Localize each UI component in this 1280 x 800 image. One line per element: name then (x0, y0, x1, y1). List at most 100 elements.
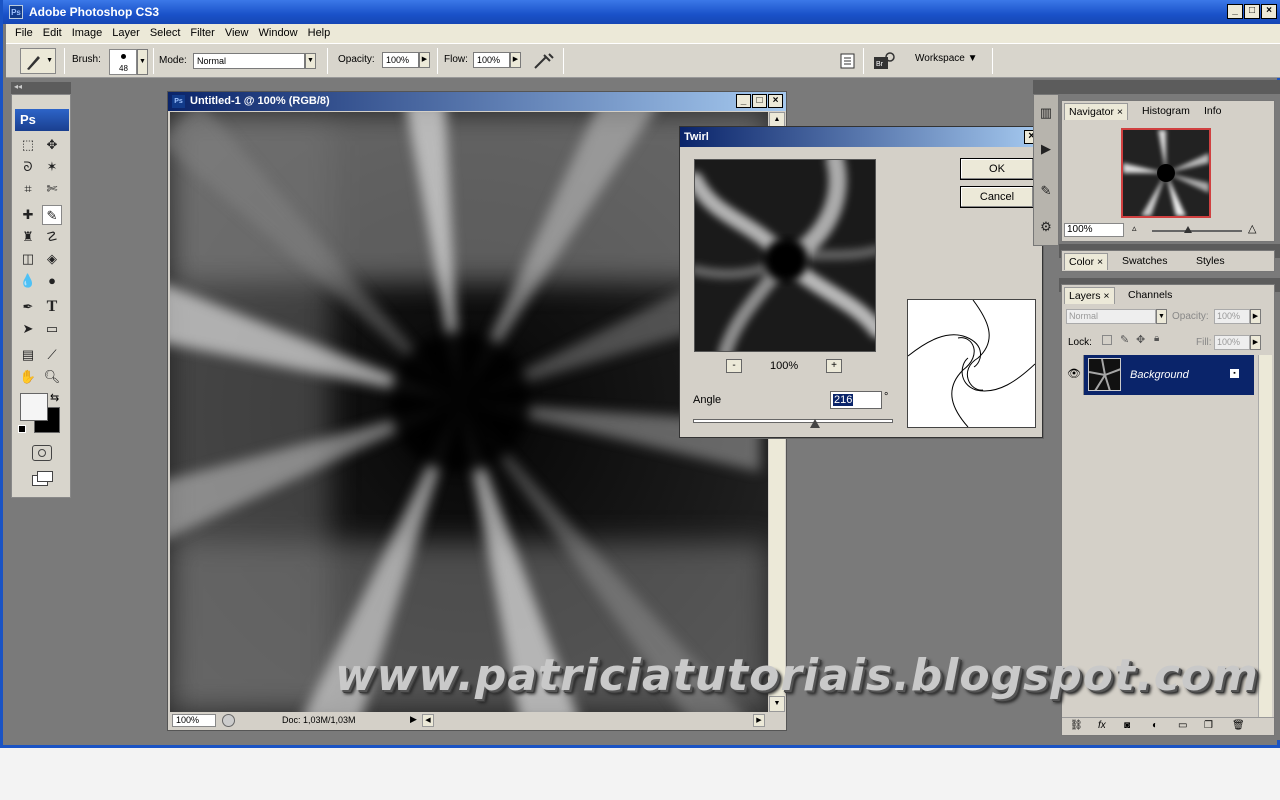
delete-layer-icon[interactable]: 🗑︎ (1232, 720, 1245, 731)
dialog-titlebar[interactable]: Twirl × (680, 127, 1042, 147)
navigator-zoom-slider[interactable] (1152, 230, 1242, 232)
blend-mode-select[interactable]: Normal (1066, 309, 1156, 324)
menu-layer[interactable]: Layer (107, 24, 145, 43)
cancel-button[interactable]: Cancel (960, 186, 1034, 208)
brushes-panel-icon[interactable]: ✎ (1036, 181, 1056, 201)
clone-stamp-tool-icon[interactable]: ♜ (18, 227, 38, 247)
version-cue-icon[interactable] (222, 714, 235, 727)
actions-panel-icon[interactable]: ▶ (1036, 139, 1056, 159)
ok-button[interactable]: OK (960, 158, 1034, 180)
eraser-tool-icon[interactable]: ◫ (18, 249, 38, 269)
zoom-in-button[interactable]: + (826, 359, 842, 373)
adjustment-layer-icon[interactable]: ◐ (1152, 720, 1158, 731)
magic-wand-tool-icon[interactable]: ✶ (42, 157, 62, 177)
zoom-tool-icon[interactable]: 🔍︎ (42, 367, 62, 387)
dock-strip-grip[interactable] (1033, 80, 1059, 94)
notes-tool-icon[interactable]: ▤ (18, 345, 38, 365)
screen-mode-icon[interactable] (32, 471, 54, 487)
opacity-input[interactable]: 100% (382, 52, 419, 68)
lock-transparency-icon[interactable] (1102, 335, 1112, 345)
zoom-out-button[interactable]: - (726, 359, 742, 373)
tab-histogram[interactable]: Histogram (1138, 103, 1194, 119)
tab-layers[interactable]: Layers × (1064, 287, 1115, 304)
link-layers-icon[interactable]: ⛓ (1070, 720, 1083, 731)
shape-tool-icon[interactable]: ▭ (42, 319, 62, 339)
tab-styles[interactable]: Styles (1192, 253, 1229, 269)
brush-dropdown-icon[interactable]: ▼ (137, 49, 148, 75)
opacity-slider-arrow-icon[interactable]: ▶ (419, 52, 430, 68)
tool-presets-panel-icon[interactable]: ⚙ (1036, 217, 1056, 237)
layer-style-icon[interactable]: fx (1098, 720, 1106, 731)
layers-scrollbar[interactable] (1258, 355, 1272, 725)
workspace-menu[interactable]: Workspace ▼ (915, 53, 978, 64)
menu-image[interactable]: Image (67, 24, 108, 43)
zoom-in-icon[interactable]: △ (1248, 222, 1256, 235)
toolbox-grip[interactable]: ◂◂ (11, 82, 71, 94)
eyedropper-tool-icon[interactable]: ⟋ (42, 345, 62, 365)
angle-slider-track[interactable] (693, 419, 893, 423)
angle-slider-thumb[interactable] (809, 419, 820, 428)
bridge-icon[interactable]: Br (872, 51, 896, 71)
flow-slider-arrow-icon[interactable]: ▶ (510, 52, 521, 68)
path-selection-tool-icon[interactable]: ➤ (18, 319, 38, 339)
angle-input[interactable]: 216 (830, 391, 882, 409)
doc-maximize-button[interactable]: □ (752, 94, 767, 108)
doc-minimize-button[interactable]: _ (736, 94, 751, 108)
flow-input[interactable]: 100% (473, 52, 510, 68)
zoom-level-field[interactable]: 100% (172, 714, 216, 727)
menu-filter[interactable]: Filter (185, 24, 219, 43)
layer-opacity-input[interactable]: 100% (1214, 309, 1250, 324)
status-menu-arrow-icon[interactable]: ▶ (410, 714, 417, 725)
filter-preview[interactable] (694, 159, 876, 352)
layer-opacity-arrow-icon[interactable]: ▶ (1250, 309, 1261, 324)
panel-dock-grip[interactable] (1059, 80, 1280, 94)
menu-window[interactable]: Window (254, 24, 303, 43)
mode-select[interactable]: Normal (193, 53, 305, 69)
lock-all-icon[interactable]: 🔒︎ (1154, 333, 1159, 344)
new-group-icon[interactable]: ▭ (1178, 720, 1187, 731)
zoom-out-icon[interactable]: ▵ (1132, 223, 1137, 234)
move-tool-icon[interactable]: ✥ (42, 135, 62, 155)
menu-file[interactable]: File (10, 24, 38, 43)
tool-preset-picker[interactable]: ▼ (20, 48, 56, 74)
doc-close-button[interactable]: × (768, 94, 783, 108)
fill-arrow-icon[interactable]: ▶ (1250, 335, 1261, 350)
history-panel-icon[interactable]: ▥ (1036, 103, 1056, 123)
menu-select[interactable]: Select (145, 24, 186, 43)
brush-picker[interactable]: 48 (109, 49, 137, 75)
slice-tool-icon[interactable]: ✄ (42, 179, 62, 199)
marquee-tool-icon[interactable]: ⬚ (18, 135, 38, 155)
layer-visibility-toggle[interactable]: 👁︎ (1064, 355, 1084, 395)
quick-mask-icon[interactable] (32, 445, 52, 461)
pen-tool-icon[interactable]: ✒ (18, 297, 38, 317)
blend-mode-dropdown-icon[interactable]: ▼ (1156, 309, 1167, 324)
tab-navigator[interactable]: Navigator × (1064, 103, 1129, 120)
swap-colors-icon[interactable]: ⇆ (50, 391, 59, 404)
crop-tool-icon[interactable]: ⌗ (18, 179, 38, 199)
default-colors-icon[interactable] (18, 425, 26, 433)
tab-info[interactable]: Info (1200, 103, 1226, 119)
menu-edit[interactable]: Edit (38, 24, 67, 43)
blur-tool-icon[interactable]: 💧 (18, 271, 38, 291)
mode-dropdown-icon[interactable]: ▼ (305, 53, 316, 69)
foreground-color-front[interactable] (20, 393, 48, 421)
tab-channels[interactable]: Channels (1124, 287, 1176, 303)
brush-tool-icon[interactable]: ✎ (42, 205, 62, 225)
tab-color[interactable]: Color × (1064, 253, 1109, 270)
palette-well-icon[interactable] (839, 52, 857, 70)
scroll-right-icon[interactable]: ▶ (753, 714, 765, 727)
lock-pixels-icon[interactable]: ✎ (1120, 333, 1129, 346)
tab-swatches[interactable]: Swatches (1118, 253, 1172, 269)
menu-view[interactable]: View (220, 24, 254, 43)
lasso-tool-icon[interactable]: ᘐ (18, 157, 38, 177)
navigator-zoom-field[interactable]: 100% (1064, 223, 1124, 237)
close-button[interactable]: × (1261, 4, 1277, 19)
hand-tool-icon[interactable]: ✋ (18, 367, 38, 387)
layer-mask-icon[interactable]: ◙ (1124, 720, 1130, 731)
paint-bucket-tool-icon[interactable]: ◈ (42, 249, 62, 269)
minimize-button[interactable]: _ (1227, 4, 1243, 19)
scroll-left-icon[interactable]: ◀ (422, 714, 434, 727)
maximize-button[interactable]: □ (1244, 4, 1260, 19)
menu-help[interactable]: Help (303, 24, 336, 43)
document-titlebar[interactable]: Ps Untitled-1 @ 100% (RGB/8) _ □ × (168, 92, 786, 111)
